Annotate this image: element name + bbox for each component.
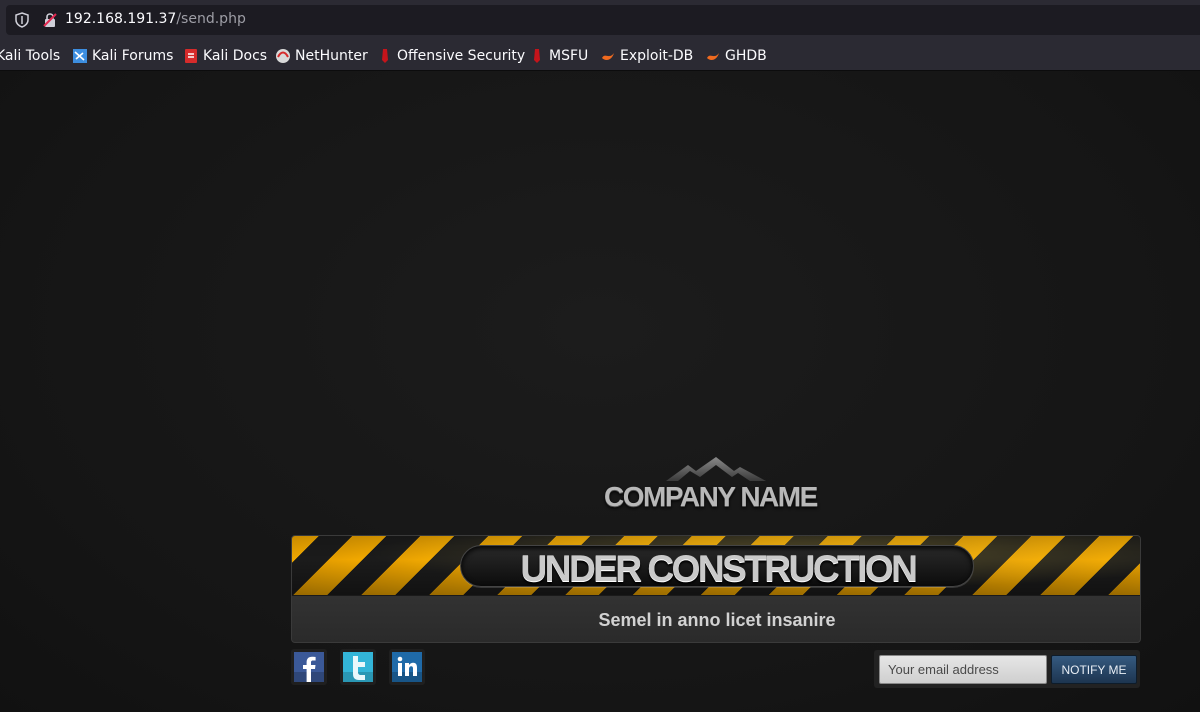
twitter-button[interactable] <box>340 649 376 685</box>
shield-icon[interactable] <box>14 12 30 28</box>
twitter-icon <box>343 652 373 682</box>
url-bar[interactable]: 192.168.191.37/send.php <box>6 5 1200 35</box>
msfu-icon <box>534 49 540 63</box>
bookmark-kali-docs[interactable]: Kali Docs <box>183 47 267 65</box>
bookmark-label: Kali Forums <box>92 48 174 64</box>
facebook-icon <box>294 652 324 682</box>
notify-form: NOTIFY ME <box>874 650 1140 688</box>
ghdb-icon <box>707 53 719 61</box>
bookmark-label: Kali Tools <box>0 48 61 64</box>
construction-banner: UNDER CONSTRUCTION Semel in anno licet i… <box>291 535 1141 643</box>
facebook-button[interactable] <box>291 649 327 685</box>
banner-title: UNDER CONSTRUCTION <box>520 548 918 589</box>
bookmark-ghdb[interactable]: GHDB <box>705 47 767 65</box>
bookmark-label: Kali Docs <box>203 48 268 64</box>
insecure-lock-icon[interactable] <box>42 12 58 28</box>
notify-button[interactable]: NOTIFY ME <box>1051 655 1137 684</box>
bookmark-kali-tools[interactable]: Kali Tools <box>0 47 60 65</box>
bookmark-msfu[interactable]: MSFU <box>529 47 588 65</box>
url-path: /send.php <box>176 11 246 27</box>
exploit-db-icon <box>602 53 614 61</box>
bookmark-kali-forums[interactable]: Kali Forums <box>72 47 173 65</box>
company-name: COMPANY NAME <box>604 481 818 512</box>
browser-toolbar: 192.168.191.37/send.php <box>0 0 1200 40</box>
url-text[interactable]: 192.168.191.37/send.php <box>65 11 246 27</box>
linkedin-icon <box>392 652 422 682</box>
bookmark-label: GHDB <box>725 48 767 64</box>
url-host: 192.168.191.37 <box>65 11 177 27</box>
tagline-bar: Semel in anno licet insanire <box>292 595 1140 642</box>
email-input[interactable] <box>879 655 1047 684</box>
bookmark-label: MSFU <box>549 48 589 64</box>
offsec-icon <box>382 49 388 63</box>
linkedin-button[interactable] <box>389 649 425 685</box>
bookmark-exploit-db[interactable]: Exploit-DB <box>600 47 693 65</box>
kali-forums-icon <box>73 49 87 63</box>
bookmark-label: Exploit-DB <box>620 48 694 64</box>
bookmark-label: Offensive Security <box>397 48 526 64</box>
bookmark-offensive-security[interactable]: Offensive Security <box>377 47 525 65</box>
tagline: Semel in anno licet insanire <box>598 610 836 630</box>
nethunter-icon <box>276 49 290 63</box>
kali-docs-icon <box>185 49 197 63</box>
bookmark-nethunter[interactable]: NetHunter <box>275 47 368 65</box>
page-content: COMPANY NAME UNDER CONSTRUCTION Semel in… <box>0 71 1200 712</box>
bookmark-label: NetHunter <box>295 48 368 64</box>
bookmarks-toolbar: Kali Tools Kali Forums Kali Docs NetHunt… <box>0 40 1200 71</box>
title-plate: UNDER CONSTRUCTION <box>460 545 974 589</box>
